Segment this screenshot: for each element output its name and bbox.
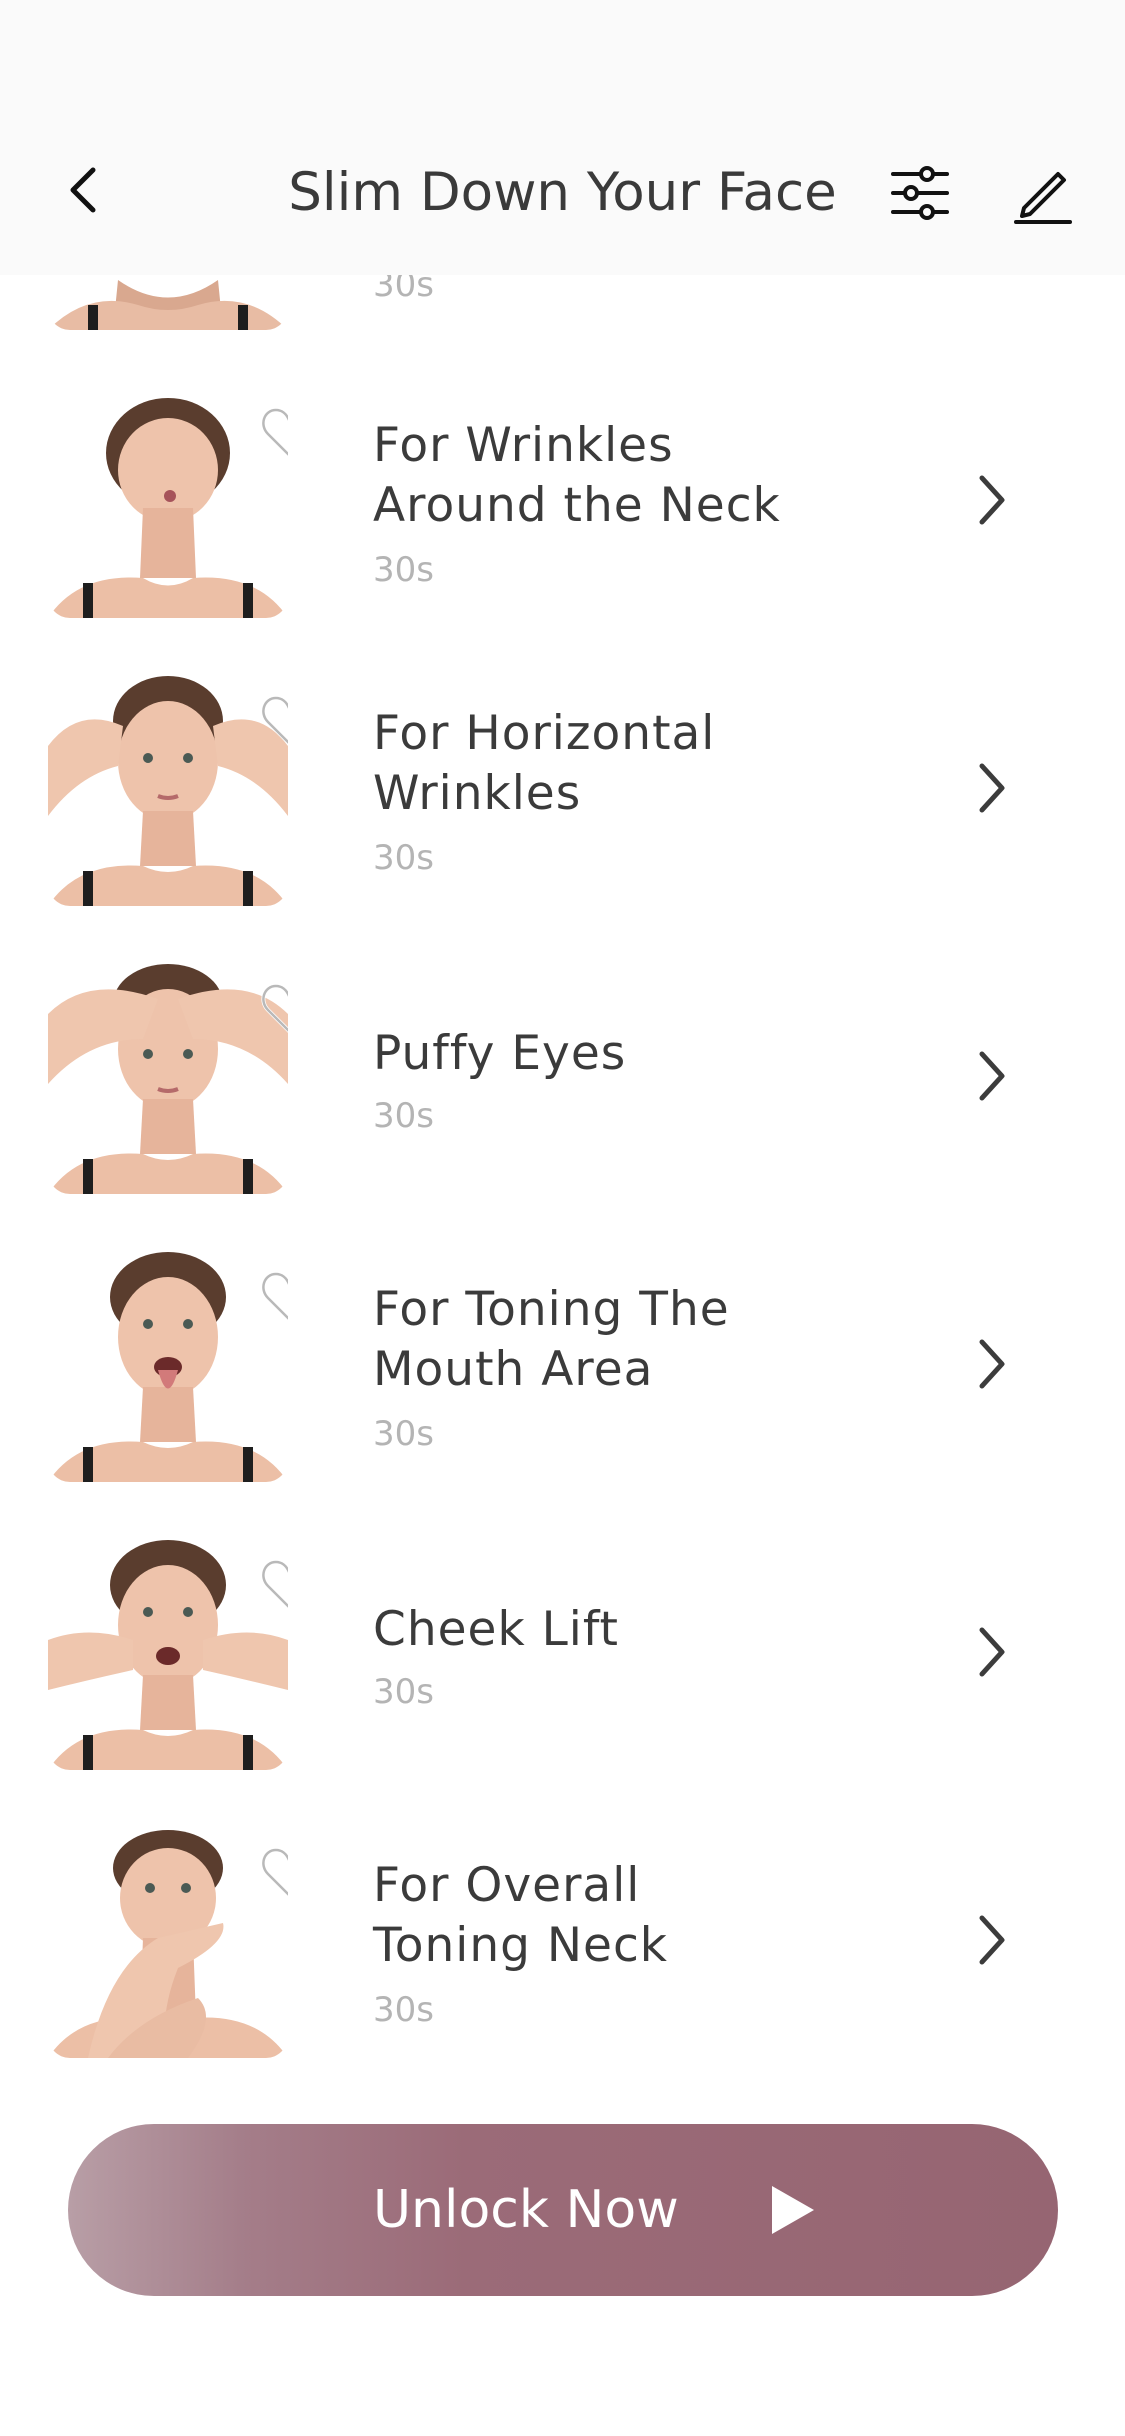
- exercise-title: For Horizontal Wrinkles: [373, 706, 716, 821]
- unlock-now-button[interactable]: Unlock Now: [68, 2124, 1058, 2296]
- exercise-row-for-horizontal-wrinkles[interactable]: For Horizontal Wrinkles 30s: [0, 666, 1125, 954]
- heart-icon[interactable]: [260, 694, 288, 746]
- exercise-title: Cheek Lift: [373, 1602, 619, 1657]
- page-title: Slim Down Your Face: [288, 162, 837, 223]
- exercise-duration: 30s: [373, 1672, 434, 1712]
- exercise-thumbnail: [48, 954, 288, 1194]
- exercise-title: For Overall Toning Neck: [373, 1858, 669, 1973]
- exercise-duration: 30s: [373, 1096, 434, 1136]
- exercise-duration: 30s: [373, 838, 434, 878]
- filter-sliders-icon[interactable]: [887, 160, 953, 226]
- exercise-duration: 30s: [373, 1414, 434, 1454]
- heart-icon[interactable]: [260, 1846, 288, 1898]
- play-icon: [772, 2186, 814, 2234]
- exercise-row-cheek-lift[interactable]: Cheek Lift 30s: [0, 1530, 1125, 1818]
- heart-icon[interactable]: [260, 1270, 288, 1322]
- nav-header: Slim Down Your Face: [0, 0, 1125, 275]
- heart-icon[interactable]: [260, 1558, 288, 1610]
- chevron-right-icon: [979, 1051, 1005, 1101]
- edit-pencil-icon[interactable]: [1010, 160, 1076, 226]
- exercise-thumbnail: [48, 1242, 288, 1482]
- chevron-right-icon: [979, 763, 1005, 813]
- exercise-row-for-wrinkles-around-the-neck[interactable]: For Wrinkles Around the Neck 30s: [0, 378, 1125, 666]
- exercise-duration: 30s: [373, 1990, 434, 2030]
- exercise-title: Puffy Eyes: [373, 1026, 627, 1081]
- heart-icon[interactable]: [260, 982, 288, 1034]
- chevron-right-icon: [979, 1627, 1005, 1677]
- chevron-right-icon: [979, 1915, 1005, 1965]
- chevron-right-icon: [979, 1339, 1005, 1389]
- exercise-title: For Wrinkles Around the Neck: [373, 418, 781, 533]
- exercise-title: For Toning The Mouth Area: [373, 1282, 730, 1397]
- chevron-right-icon: [979, 475, 1005, 525]
- exercise-thumbnail: [48, 1818, 288, 2058]
- exercise-row-for-toning-the-mouth-area[interactable]: For Toning The Mouth Area 30s: [0, 1242, 1125, 1530]
- unlock-now-label: Unlock Now: [373, 2180, 679, 2240]
- back-arrow-icon[interactable]: [55, 160, 115, 220]
- exercise-row-puffy-eyes[interactable]: Puffy Eyes 30s: [0, 954, 1125, 1242]
- exercise-thumbnail: [48, 378, 288, 618]
- exercise-row-for-overall-toning-neck[interactable]: For Overall Toning Neck 30s: [0, 1818, 1125, 2106]
- exercise-duration: 30s: [373, 550, 434, 590]
- exercise-thumbnail: [48, 666, 288, 906]
- heart-icon[interactable]: [260, 406, 288, 458]
- exercise-thumbnail: [48, 1530, 288, 1770]
